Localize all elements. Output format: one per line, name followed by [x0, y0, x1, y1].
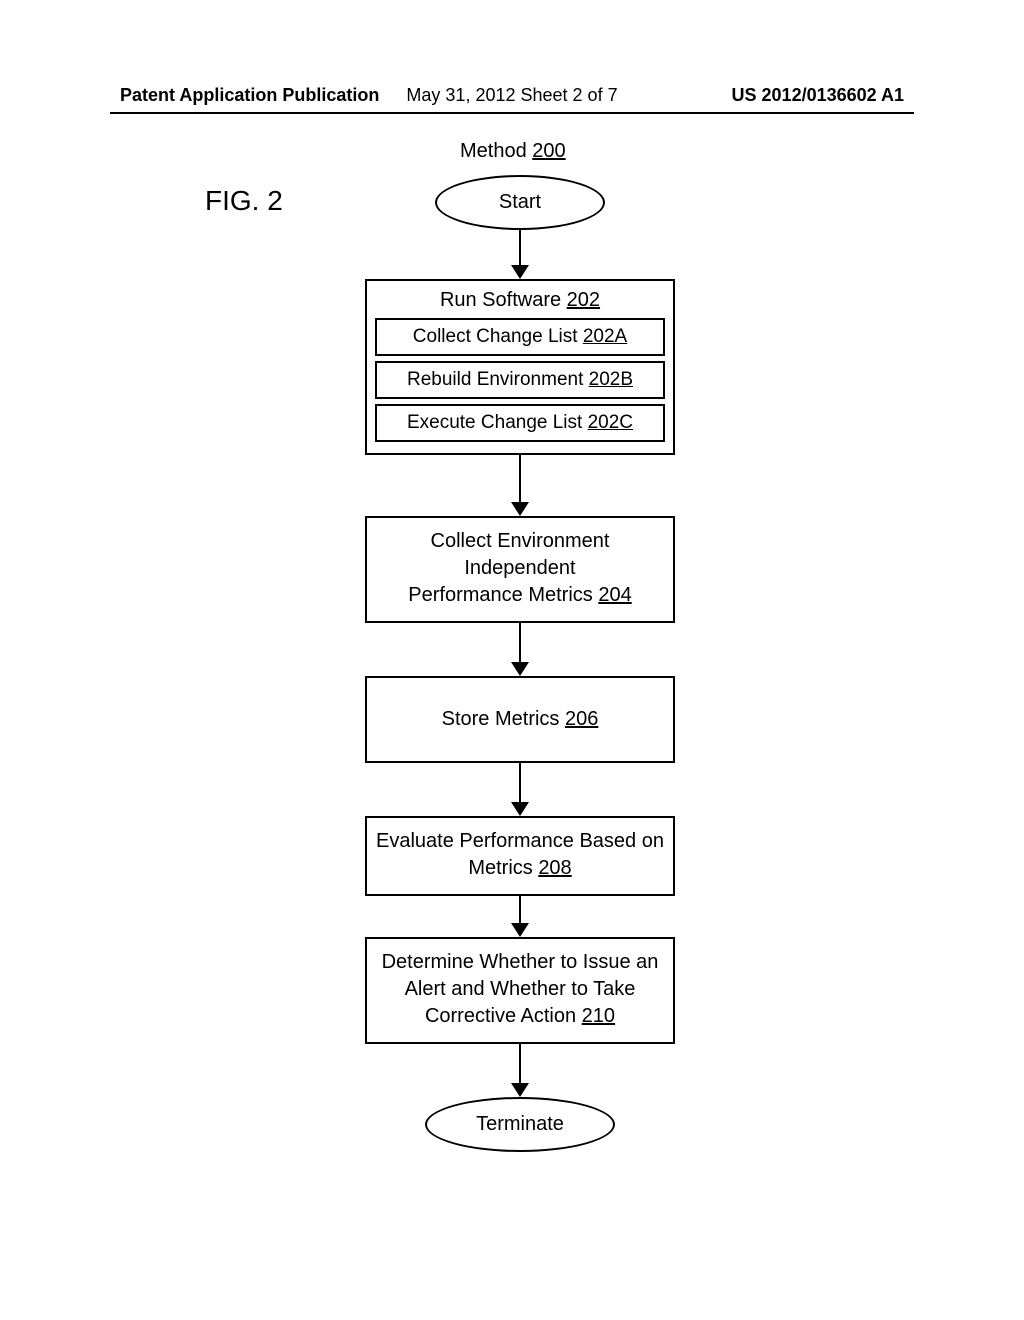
arrow-line	[519, 455, 522, 503]
arrow-line	[519, 896, 522, 924]
box-210-line3-text: Corrective Action	[425, 1005, 582, 1027]
arrow	[511, 763, 529, 816]
header-of: of	[583, 85, 608, 105]
box-206-text: Store Metrics	[442, 708, 565, 730]
page-header: Patent Application Publication May 31, 2…	[120, 85, 904, 106]
header-left: Patent Application Publication	[120, 85, 379, 106]
terminate-label: Terminate	[476, 1113, 564, 1136]
box-202-title-text: Run Software	[440, 289, 567, 311]
arrow-head-icon	[511, 502, 529, 516]
box-202b-text: Rebuild Environment	[407, 369, 589, 390]
box-204-line2-text: Performance Metrics	[408, 584, 598, 606]
terminate-terminator: Terminate	[425, 1097, 615, 1152]
header-sheet-total: 7	[608, 85, 618, 105]
arrow-head-icon	[511, 802, 529, 816]
arrow-head-icon	[511, 265, 529, 279]
box-208-line1: Evaluate Performance Based on	[376, 830, 664, 852]
arrow-head-icon	[511, 662, 529, 676]
box-determine-alert: Determine Whether to Issue an Alert and …	[365, 937, 675, 1044]
header-rule	[110, 112, 914, 114]
box-evaluate-performance: Evaluate Performance Based on Metrics 20…	[365, 816, 675, 896]
box-202-title: Run Software 202	[373, 289, 667, 312]
arrow-head-icon	[511, 923, 529, 937]
header-sheet-current: 2	[573, 85, 583, 105]
method-ref: 200	[532, 140, 565, 162]
arrow-head-icon	[511, 1083, 529, 1097]
arrow-line	[519, 763, 522, 803]
box-202a-text: Collect Change List	[413, 326, 583, 347]
box-208-line2-text: Metrics	[468, 857, 538, 879]
box-202a-ref: 202A	[583, 326, 627, 347]
box-206-ref: 206	[565, 708, 598, 730]
arrow-line	[519, 623, 522, 663]
method-prefix: Method	[460, 140, 532, 162]
arrow-line	[519, 1044, 522, 1084]
arrow	[511, 896, 529, 937]
box-202a: Collect Change List 202A	[375, 318, 665, 356]
box-run-software: Run Software 202 Collect Change List 202…	[365, 279, 675, 455]
box-202c-ref: 202C	[588, 412, 633, 433]
box-202c: Execute Change List 202C	[375, 404, 665, 442]
header-date-sheet: May 31, 2012 Sheet	[406, 85, 572, 105]
arrow	[511, 455, 529, 516]
box-store-metrics: Store Metrics 206	[365, 676, 675, 763]
arrow	[511, 623, 529, 676]
arrow	[511, 230, 529, 279]
box-202-title-ref: 202	[567, 289, 600, 311]
start-label: Start	[499, 191, 541, 214]
box-210-line2: Alert and Whether to Take	[405, 978, 636, 1000]
box-210-line1: Determine Whether to Issue an	[382, 951, 659, 973]
box-202c-text: Execute Change List	[407, 412, 588, 433]
box-202b-ref: 202B	[589, 369, 633, 390]
box-204-ref: 204	[598, 584, 631, 606]
box-202b: Rebuild Environment 202B	[375, 361, 665, 399]
arrow-line	[519, 230, 522, 266]
box-204-line1: Collect Environment Independent	[431, 530, 610, 579]
figure-label: FIG. 2	[205, 185, 283, 217]
box-210-ref: 210	[582, 1005, 615, 1027]
header-center: May 31, 2012 Sheet 2 of 7	[406, 85, 617, 106]
start-terminator: Start	[435, 175, 605, 230]
method-label: Method 200	[460, 140, 566, 163]
flowchart: Start Run Software 202 Collect Change Li…	[350, 175, 690, 1152]
box-collect-metrics: Collect Environment Independent Performa…	[365, 516, 675, 623]
box-208-ref: 208	[538, 857, 571, 879]
arrow	[511, 1044, 529, 1097]
header-right: US 2012/0136602 A1	[732, 85, 904, 106]
